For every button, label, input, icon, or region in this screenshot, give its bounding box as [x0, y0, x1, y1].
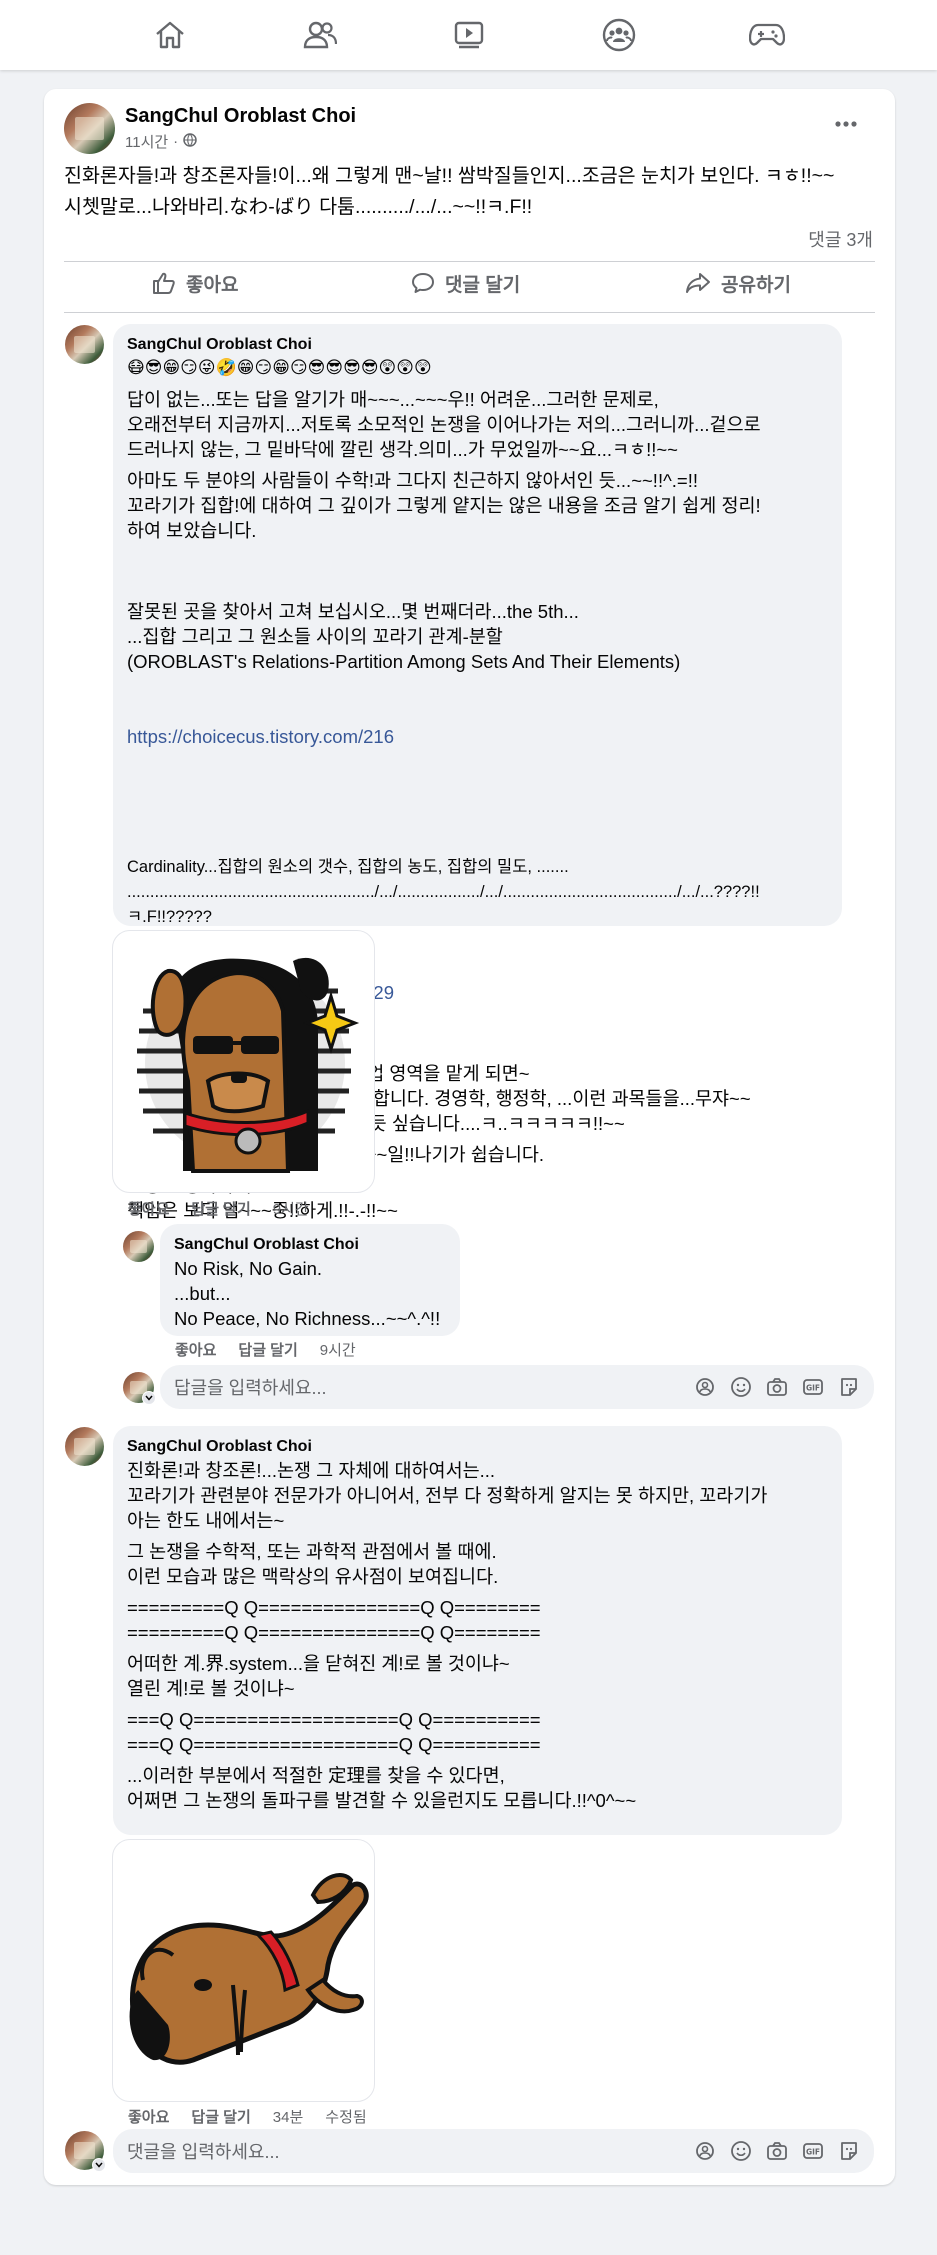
comment-like-link[interactable]: 좋아요 — [128, 1198, 169, 1219]
avatar-sticker-icon[interactable] — [694, 2140, 716, 2162]
chevron-down-icon — [142, 1391, 156, 1405]
reply-reply-link[interactable]: 답글 달기 — [238, 1339, 297, 1360]
input-tools: GIF — [694, 2140, 874, 2162]
input-tools: GIF — [694, 1376, 874, 1398]
comment-emojis: 😷😎😁😏😜🤣😁😏😁😏😎😎😎😎😲😲😲 — [127, 358, 432, 378]
post-author-name[interactable]: SangChul Oroblast Choi — [125, 105, 356, 128]
comment-like-link[interactable]: 좋아요 — [128, 2106, 169, 2127]
sticker-icon[interactable] — [838, 1376, 860, 1398]
globe-icon — [183, 132, 197, 151]
post-card: SangChul Oroblast Choi 11시간 · 진화론자들!과 창조… — [44, 89, 895, 2185]
camera-icon[interactable] — [766, 2140, 788, 2162]
avatar-sticker-icon[interactable] — [694, 1376, 716, 1398]
my-avatar-wrap[interactable] — [65, 2131, 106, 2172]
comment-paragraph: 답이 없는...또는 답을 알기가 매~~~...~~~우!! 어려운...그러… — [127, 389, 761, 460]
share-button[interactable]: 공유하기 — [685, 263, 791, 303]
comment-paragraph: 진화론!과 창조론!...논쟁 그 자체에 대하여서는... 꼬라기가 관련분야… — [127, 1460, 768, 1531]
reply-time[interactable]: 9시간 — [320, 1339, 356, 1360]
svg-text:GIF: GIF — [806, 1384, 820, 1393]
share-icon — [686, 273, 710, 293]
comment-paragraph: =========Q Q===============Q Q======== =… — [127, 1597, 541, 1643]
comment-time[interactable]: 9시간 — [273, 1198, 309, 1219]
chevron-down-icon — [92, 2158, 106, 2172]
gaming-icon[interactable] — [749, 18, 785, 52]
divider — [64, 261, 875, 262]
like-label: 좋아요 — [186, 274, 239, 296]
comment-paragraph: ===Q Q===================Q Q========== =… — [127, 1709, 541, 1755]
comment-input-placeholder: 댓글을 입력하세요... — [127, 2142, 280, 2162]
reply-input[interactable]: 답글을 입력하세요... GIF — [160, 1365, 874, 1409]
thumbs-up-icon — [153, 272, 175, 294]
emoji-icon[interactable] — [730, 2140, 752, 2162]
comment-paragraph: 아마도 두 분야의 사람들이 수학!과 그다지 친근하지 않아서인 듯...~~… — [127, 470, 761, 541]
comment-edited[interactable]: 수정됨 — [325, 2106, 366, 2127]
comment-count[interactable]: 댓글 3개 — [808, 226, 873, 252]
meta-separator: · — [173, 133, 179, 150]
gif-icon[interactable]: GIF — [802, 1376, 824, 1398]
post-body: 진화론자들!과 창조론자들!이...왜 그렇게 맨~날!! 쌈박질들인지...조… — [64, 161, 884, 223]
comment-paragraph: 그 논쟁을 수학적, 또는 과학적 관점에서 볼 때에. 이런 모습과 많은 맥… — [127, 1541, 499, 1587]
like-button[interactable]: 좋아요 — [152, 263, 238, 303]
comment-reply-link[interactable]: 답글 달기 — [191, 2106, 250, 2127]
comment-link[interactable]: https://choicecus.tistory.com/216 — [127, 724, 828, 749]
svg-text:GIF: GIF — [806, 2148, 820, 2157]
comment-label: 댓글 달기 — [445, 274, 521, 296]
sticker-dog-sunglasses[interactable] — [112, 930, 375, 1193]
camera-icon[interactable] — [766, 1376, 788, 1398]
reply-actions: 좋아요 답글 달기 9시간 — [175, 1339, 356, 1360]
friends-icon[interactable] — [302, 18, 338, 52]
comment-text: Cardinality...집합의 원소의 갯수, 집합의 농도, 집합의 밀도… — [127, 858, 760, 926]
sticker-icon[interactable] — [838, 2140, 860, 2162]
commenter-avatar[interactable] — [65, 325, 104, 364]
reply-input-placeholder: 답글을 입력하세요... — [174, 1378, 327, 1398]
comment-actions: 좋아요 답글 달기 9시간 — [128, 1198, 309, 1219]
comment-author[interactable]: SangChul Oroblast Choi — [127, 334, 828, 356]
comment-bubble: SangChul Oroblast Choi 진화론!과 창조론!...논쟁 그… — [113, 1426, 842, 1835]
top-navigation — [0, 0, 937, 70]
post-time[interactable]: 11시간 — [125, 131, 168, 152]
comment-icon — [412, 273, 434, 293]
comment-button[interactable]: 댓글 달기 — [411, 263, 520, 303]
comment-actions: 좋아요 답글 달기 34분 수정됨 — [128, 2106, 367, 2127]
reply-like-link[interactable]: 좋아요 — [175, 1339, 216, 1360]
comment-input[interactable]: 댓글을 입력하세요... GIF — [113, 2129, 874, 2173]
comment-text: 잘못된 곳을 찾아서 고쳐 보십시오...몇 번째더라...the 5th...… — [127, 601, 681, 672]
share-label: 공유하기 — [721, 274, 791, 296]
emoji-icon[interactable] — [730, 1376, 752, 1398]
more-options-icon[interactable] — [824, 109, 868, 139]
author-avatar[interactable] — [64, 103, 115, 154]
divider — [64, 312, 875, 313]
comment-paragraph: 어떠한 계.界.system...을 닫혀진 계!로 볼 것이냐~ 열린 계!로… — [127, 1653, 510, 1699]
commenter-avatar[interactable] — [65, 1427, 104, 1466]
reply-bubble: SangChul Oroblast Choi No Risk, No Gain.… — [160, 1224, 460, 1336]
reply-author[interactable]: SangChul Oroblast Choi — [174, 1234, 446, 1256]
replier-avatar[interactable] — [123, 1231, 154, 1262]
reply-text: No Risk, No Gain. ...but... No Peace, No… — [174, 1258, 441, 1329]
comment-time[interactable]: 34분 — [273, 2106, 304, 2127]
post-text-line: 시쳇말로...나와바리.なわ-ばり 다툼........../.../...~~… — [64, 196, 533, 218]
comment-paragraph: 잘못된 곳을 찾아서 고쳐 보십시오...몇 번째더라...the 5th...… — [127, 549, 828, 799]
comment-paragraph: ...이러한 부분에서 적절한 定理를 찾을 수 있다면, 어쩌면 그 논쟁의 … — [127, 1765, 637, 1811]
home-icon[interactable] — [152, 18, 188, 52]
comment-bubble: SangChul Oroblast Choi 😷😎😁😏😜🤣😁😏😁😏😎😎😎😎😲😲😲… — [113, 324, 842, 1221]
my-avatar-wrap[interactable] — [123, 1372, 156, 1405]
post-meta: 11시간 · — [125, 131, 197, 152]
comment-reply-link[interactable]: 답글 달기 — [191, 1198, 250, 1219]
comment-author[interactable]: SangChul Oroblast Choi — [127, 1436, 828, 1458]
gif-icon[interactable]: GIF — [802, 2140, 824, 2162]
post-text-line: 진화론자들!과 창조론자들!이...왜 그렇게 맨~날!! 쌈박질들인지...조… — [64, 165, 835, 187]
sticker-dog-lying[interactable] — [112, 1839, 375, 2102]
watch-icon[interactable] — [451, 18, 487, 52]
groups-icon[interactable] — [601, 18, 637, 52]
